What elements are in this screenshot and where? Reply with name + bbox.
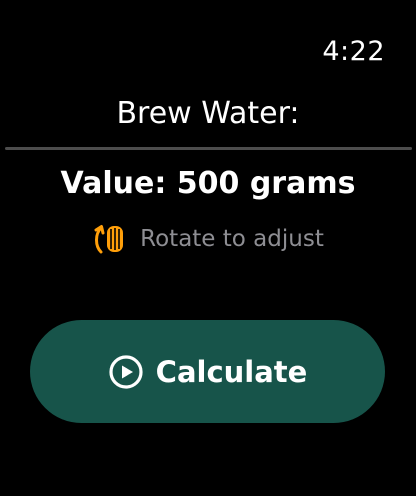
divider bbox=[5, 147, 412, 150]
calculate-button[interactable]: Calculate bbox=[30, 320, 385, 423]
calculate-label: Calculate bbox=[155, 354, 308, 389]
play-circle-icon bbox=[108, 354, 144, 390]
screen-title: Brew Water: bbox=[116, 96, 300, 131]
digital-crown-rotate-icon bbox=[92, 222, 130, 256]
value-display: Value: 500 grams bbox=[60, 166, 356, 201]
rotate-hint: Rotate to adjust bbox=[0, 222, 416, 256]
hint-label: Rotate to adjust bbox=[140, 226, 324, 252]
status-time: 4:22 bbox=[322, 36, 385, 67]
